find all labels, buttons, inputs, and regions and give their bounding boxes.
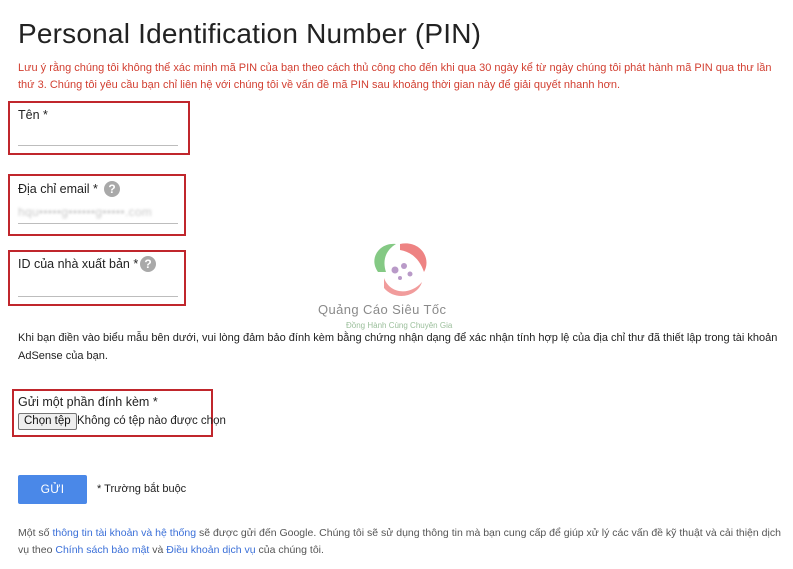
form-description: Khi bạn điền vào biểu mẫu bên dưới, vui …	[18, 332, 778, 362]
pin-notice: Lưu ý rằng chúng tôi không thể xác minh …	[18, 62, 772, 91]
page-title: Personal Identification Number (PIN)	[18, 18, 482, 49]
footer-text-3: và	[149, 544, 167, 556]
footer-text-1: Một số	[18, 527, 53, 539]
email-value: hqu•••••g••••••g•••••.com	[18, 205, 153, 219]
terms-of-service-link[interactable]: Điều khoản dịch vụ	[166, 544, 255, 556]
email-label: Địa chỉ email *	[18, 182, 98, 196]
publisher-id-label: ID của nhà xuất bản *	[18, 257, 139, 271]
name-input-underline	[18, 145, 178, 146]
email-input-underline	[18, 223, 178, 224]
privacy-policy-link[interactable]: Chính sách bảo mật	[55, 544, 149, 556]
publisher-id-input[interactable]	[18, 277, 178, 297]
footer-text-4: của chúng tôi.	[255, 544, 324, 556]
name-label: Tên *	[18, 108, 48, 122]
publisher-id-input-underline	[18, 296, 178, 297]
email-help-icon[interactable]: ?	[104, 181, 120, 197]
choose-file-button[interactable]: Chọn tệp	[18, 413, 77, 430]
email-input[interactable]: hqu•••••g••••••g•••••.com	[18, 202, 178, 224]
footer-disclaimer: Một số thông tin tài khoản và hệ thống s…	[18, 525, 788, 559]
publisher-id-help-icon[interactable]: ?	[140, 256, 156, 272]
name-input[interactable]	[18, 126, 178, 146]
submit-button[interactable]: GỬI	[18, 475, 87, 504]
required-fields-note: * Trường bắt buộc	[97, 483, 187, 495]
file-status: Không có tệp nào được chọn	[77, 415, 226, 427]
watermark-name: Quảng Cáo Siêu Tốc	[318, 302, 447, 317]
account-system-info-link[interactable]: thông tin tài khoản và hệ thống	[52, 527, 196, 539]
attachment-label: Gửi một phần đính kèm *	[18, 395, 158, 409]
